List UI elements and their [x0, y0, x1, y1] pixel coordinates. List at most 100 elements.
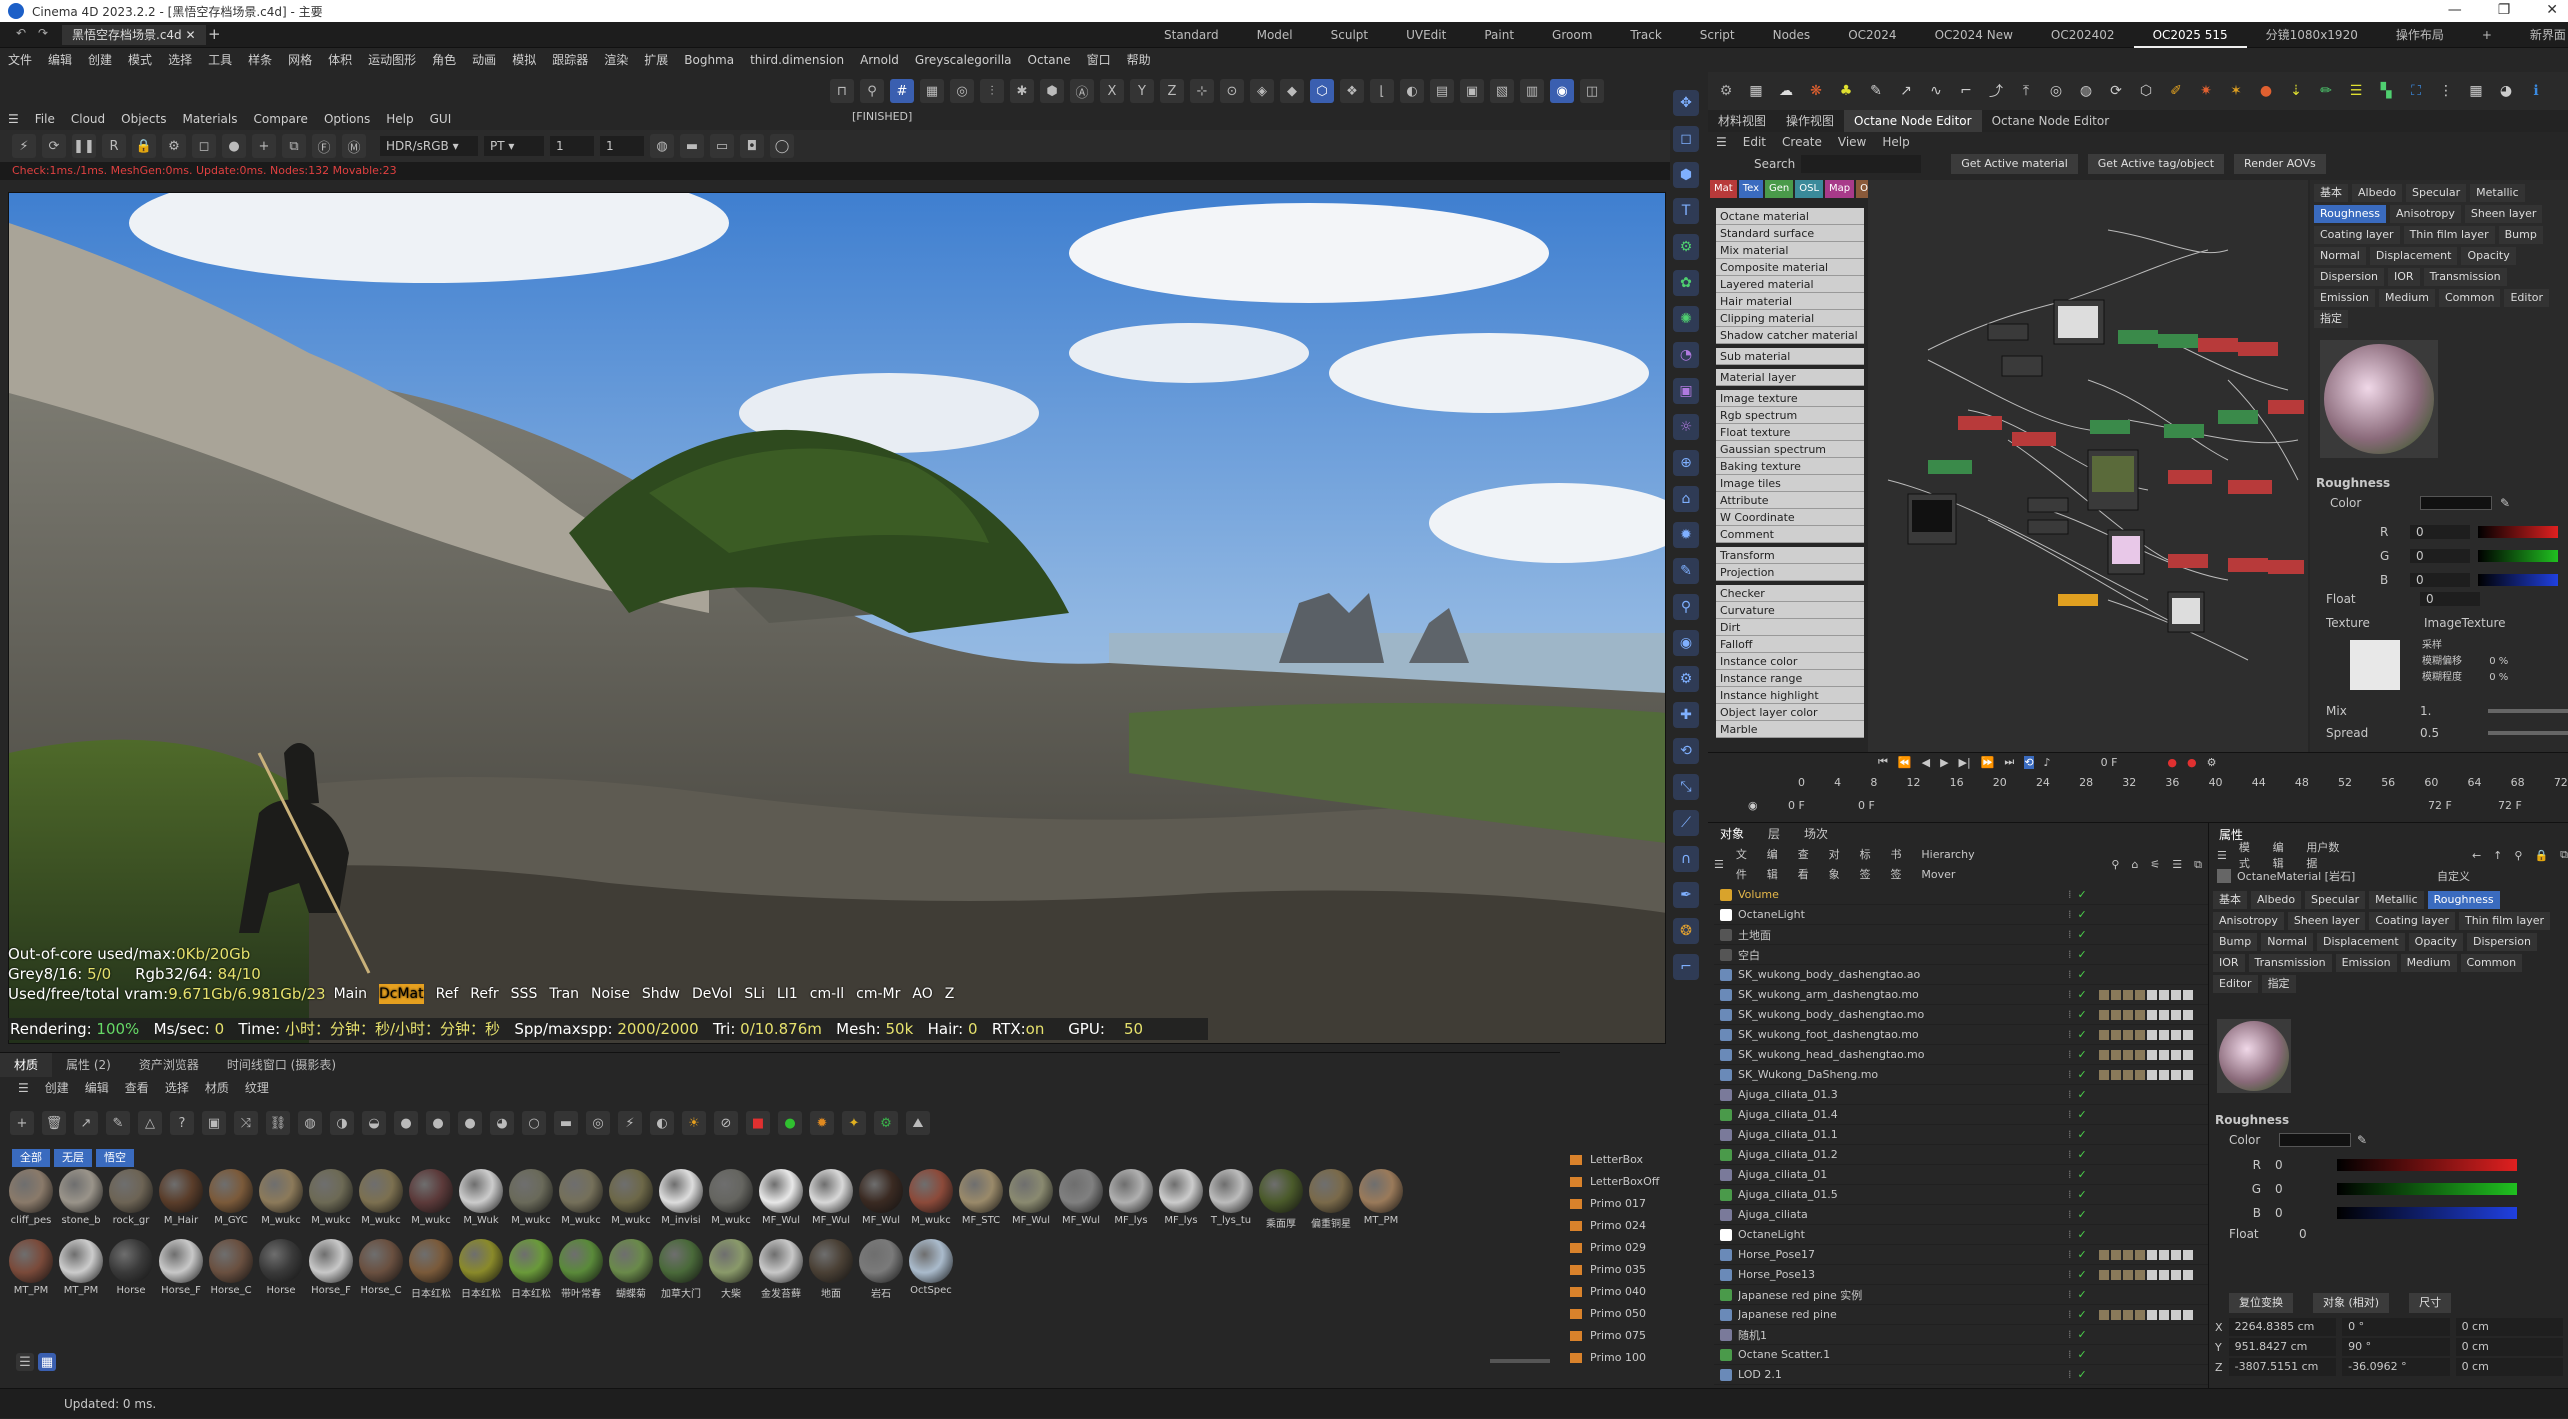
visibility-dots[interactable]: ⁞	[2068, 1168, 2072, 1181]
prop-tab[interactable]: IOR	[2388, 268, 2420, 286]
soft-selection-icon[interactable]: ✱	[1010, 79, 1034, 103]
menu-greyscalegorilla[interactable]: Greyscalegorilla	[907, 48, 1020, 72]
contrast-icon[interactable]: ◐	[650, 1111, 674, 1135]
node-item[interactable]: Image tiles	[1716, 475, 1864, 492]
material-swatch[interactable]: OctSpec	[908, 1239, 954, 1301]
clay-mode-icon[interactable]: ◻	[192, 134, 216, 158]
category-gen[interactable]: Gen	[1765, 180, 1794, 198]
pen-icon[interactable]: ✒	[1673, 882, 1699, 908]
restart-icon[interactable]: ⟳	[42, 134, 66, 158]
camera-icon[interactable]: ◘	[740, 134, 764, 158]
pass-sli[interactable]: SLi	[744, 984, 765, 1004]
node-item[interactable]: Mix material	[1716, 242, 1864, 259]
enabled-check-icon[interactable]: ✓	[2078, 1328, 2087, 1341]
r-slider[interactable]	[2478, 526, 2558, 538]
object-row[interactable]: SK_wukong_foot_dashengtao.mo ⁞ ✓	[1714, 1025, 2208, 1045]
hamburger-icon[interactable]: ☰	[10, 1077, 37, 1099]
region-render-icon[interactable]: R	[102, 134, 126, 158]
prop-tab[interactable]: Albedo	[2352, 184, 2403, 202]
node-item[interactable]: Standard surface	[1716, 225, 1864, 242]
tab-attributes[interactable]: 属性 (2)	[52, 1053, 125, 1077]
swatch-icon[interactable]: ▚	[2374, 79, 2398, 103]
blur-offset-value[interactable]: 0 %	[2489, 656, 2508, 667]
bolt-icon[interactable]: ⚡	[618, 1111, 642, 1135]
node-item[interactable]: Dirt	[1716, 619, 1864, 636]
tab-octane-node-editor-2[interactable]: Octane Node Editor	[1982, 110, 2120, 132]
material-swatch[interactable]: 蝴蝶菊	[608, 1239, 654, 1301]
material-tag-icon[interactable]	[2134, 1309, 2145, 1320]
tab-objects[interactable]: 对象	[1708, 823, 1756, 845]
layer-item[interactable]: Primo 075	[1560, 1325, 1700, 1347]
material-swatch[interactable]: cliff_pes	[8, 1169, 54, 1231]
eyedropper-icon[interactable]: ✎	[2357, 1133, 2367, 1147]
light-icon[interactable]: ☼	[1673, 414, 1699, 440]
coord-size[interactable]: 0 cm	[2455, 1318, 2564, 1336]
prev-key-icon[interactable]: ⏪	[1898, 756, 1912, 769]
material-tag-icon[interactable]	[2170, 1009, 2181, 1020]
new-tab-icon[interactable]: +	[208, 25, 221, 43]
material-swatch[interactable]: M_wukc	[608, 1169, 654, 1231]
coord-size[interactable]: 0 cm	[2455, 1338, 2564, 1356]
spark-icon[interactable]: ✶	[2224, 79, 2248, 103]
visibility-dots[interactable]: ⁞	[2068, 1108, 2072, 1121]
material-icon[interactable]: Ⓜ	[342, 134, 366, 158]
link-icon[interactable]: ⛓	[266, 1111, 290, 1135]
enabled-check-icon[interactable]: ✓	[2078, 908, 2087, 921]
pause-icon[interactable]: ❚❚	[72, 134, 96, 158]
material-tag-icon[interactable]	[2146, 1009, 2157, 1020]
node-item[interactable]: Clipping material	[1716, 310, 1864, 327]
node-item[interactable]: Layered material	[1716, 276, 1864, 293]
material-tag-icon[interactable]	[2122, 1269, 2133, 1280]
material-swatch[interactable]: MT_PM	[8, 1239, 54, 1301]
shuffle-icon[interactable]: ⤨	[234, 1111, 258, 1135]
material-tag-icon[interactable]	[2182, 1049, 2193, 1060]
field-2[interactable]: 1	[600, 136, 644, 156]
material-swatch[interactable]: 偏重铜星	[1308, 1169, 1354, 1231]
attr-color-swatch[interactable]	[2279, 1133, 2351, 1147]
object-row[interactable]: 空白 ⁞ ✓	[1714, 945, 2208, 965]
menu-simulate[interactable]: 模拟	[504, 48, 544, 72]
splash-icon[interactable]: ✹	[810, 1111, 834, 1135]
enabled-check-icon[interactable]: ✓	[2078, 988, 2087, 1001]
node-graph[interactable]	[1868, 180, 2308, 752]
minimize-button[interactable]: —	[2448, 2, 2462, 18]
ne-menu-create[interactable]: Create	[1774, 132, 1830, 152]
lv-menu-options[interactable]: Options	[316, 108, 378, 130]
ball-icon[interactable]: ◍	[2074, 79, 2098, 103]
nodes-icon[interactable]: ⛶	[2404, 79, 2428, 103]
material-swatch[interactable]: M_wukc	[308, 1169, 354, 1231]
attr-b-slider[interactable]	[2337, 1207, 2517, 1219]
material-tag-icon[interactable]	[2122, 989, 2133, 1000]
prop-tab[interactable]: Emission	[2314, 289, 2375, 307]
material-swatch[interactable]: 乘面厚	[1258, 1169, 1304, 1231]
sphere-grey3-icon[interactable]: ●	[458, 1111, 482, 1135]
material-tag-icon[interactable]	[2098, 1009, 2109, 1020]
material-tag-icon[interactable]	[2110, 1069, 2121, 1080]
prop-tab[interactable]: Editor	[2213, 975, 2258, 993]
gear-icon[interactable]: ⚙	[1673, 234, 1699, 260]
material-tag-icon[interactable]	[2122, 1049, 2133, 1060]
prop-tab[interactable]: Sheen layer	[2464, 205, 2543, 223]
enabled-check-icon[interactable]: ✓	[2078, 1348, 2087, 1361]
lock-axis-icon[interactable]: Ⓐ	[1070, 79, 1094, 103]
pass-sss[interactable]: SSS	[511, 984, 538, 1004]
range-start-2[interactable]: 0 F	[1858, 799, 2428, 812]
tab-materials[interactable]: 材质	[0, 1053, 53, 1077]
new-window-icon[interactable]: ⧉	[2188, 855, 2208, 875]
node-item[interactable]: Instance color	[1716, 653, 1864, 670]
prop-tab[interactable]: Normal	[2261, 933, 2314, 951]
visibility-dots[interactable]: ⁞	[2068, 1128, 2072, 1141]
material-swatch[interactable]: stone_b	[58, 1169, 104, 1231]
render-view-icon[interactable]: ▣	[1460, 79, 1484, 103]
maximize-button[interactable]: ❐	[2498, 2, 2511, 18]
obj-menu-bookmarks[interactable]: 书签	[1884, 845, 1915, 885]
prop-tab[interactable]: Transmission	[2423, 268, 2507, 286]
object-row[interactable]: SK_wukong_body_dashengtao.mo ⁞ ✓	[1714, 1005, 2208, 1025]
material-tag-icon[interactable]	[2134, 1069, 2145, 1080]
blend-icon[interactable]: ◑	[330, 1111, 354, 1135]
enabled-check-icon[interactable]: ✓	[2078, 948, 2087, 961]
octane-settings-icon[interactable]: ⚙	[1714, 79, 1738, 103]
material-tag-icon[interactable]	[2098, 1249, 2109, 1260]
node-item[interactable]: Comment	[1716, 526, 1864, 543]
layer-item[interactable]: Primo 100	[1560, 1347, 1700, 1369]
